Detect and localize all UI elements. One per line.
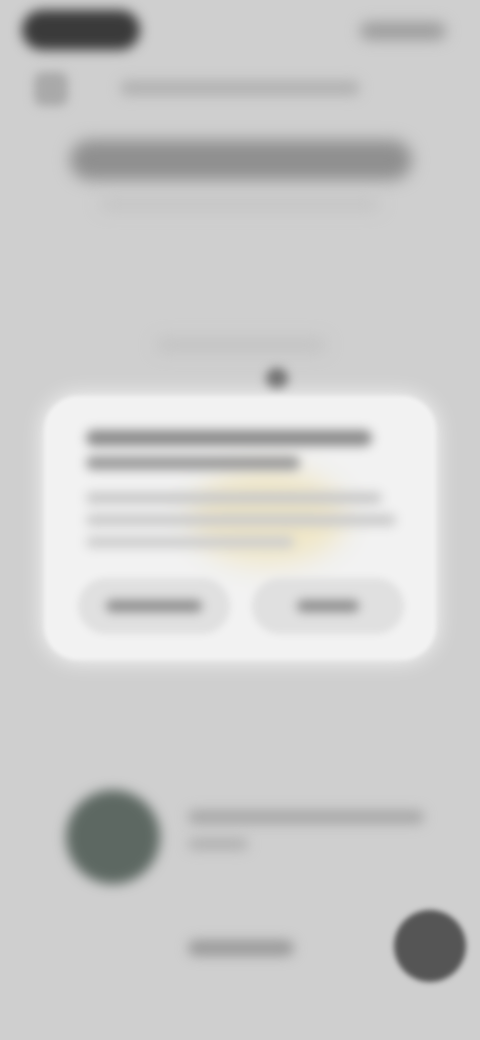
floating-action-button[interactable] bbox=[394, 910, 466, 982]
dialog-secondary-button[interactable] bbox=[78, 578, 230, 634]
dialog-title-line-2 bbox=[86, 456, 300, 470]
app-header bbox=[34, 70, 454, 106]
hint-text-placeholder bbox=[156, 338, 326, 352]
status-bar bbox=[0, 0, 480, 64]
promo-avatar bbox=[66, 790, 160, 884]
dialog-body-line-2 bbox=[86, 514, 396, 526]
app-icon bbox=[34, 72, 68, 106]
promo-text-line-2 bbox=[188, 838, 248, 850]
page-subtitle-placeholder bbox=[100, 198, 380, 210]
dialog-primary-button[interactable] bbox=[252, 578, 404, 634]
dialog-card bbox=[44, 396, 436, 660]
promo-text-line-1 bbox=[188, 810, 424, 824]
status-bar-indicators bbox=[360, 22, 446, 40]
dialog-primary-button-label bbox=[297, 600, 359, 612]
blurred-app-screen bbox=[0, 0, 480, 1040]
dialog-body-line-1 bbox=[86, 492, 382, 504]
fab-icon bbox=[430, 946, 431, 947]
bottom-link-placeholder[interactable] bbox=[188, 940, 294, 956]
app-name-placeholder bbox=[120, 80, 360, 96]
hint-pointer-icon bbox=[266, 368, 288, 390]
page-title-placeholder bbox=[70, 140, 412, 180]
dialog-body-line-3 bbox=[86, 536, 294, 548]
status-bar-pill bbox=[22, 10, 140, 50]
dialog-secondary-button-label bbox=[106, 600, 202, 612]
dialog-title-line-1 bbox=[86, 430, 372, 446]
